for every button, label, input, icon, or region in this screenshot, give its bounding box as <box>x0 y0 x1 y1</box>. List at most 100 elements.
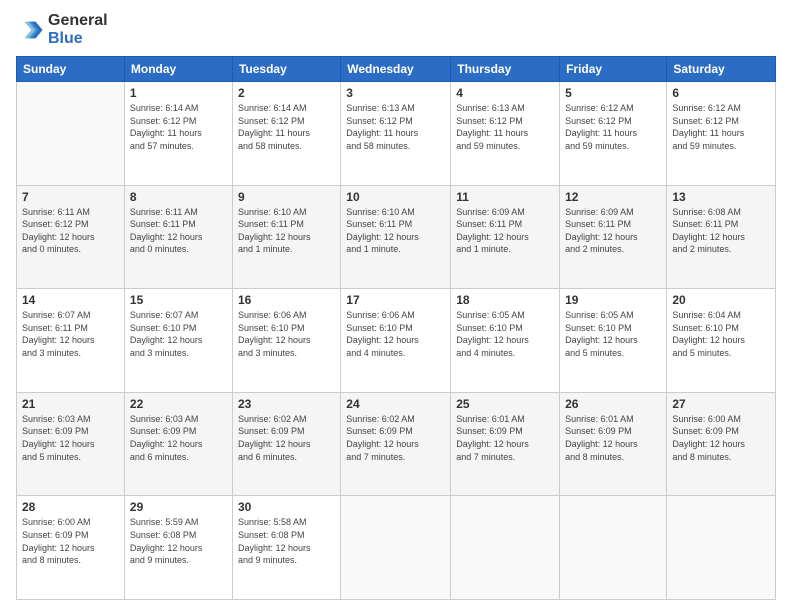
day-info: Sunrise: 6:06 AM Sunset: 6:10 PM Dayligh… <box>346 309 445 359</box>
day-info: Sunrise: 6:02 AM Sunset: 6:09 PM Dayligh… <box>346 413 445 463</box>
day-number: 15 <box>130 293 227 307</box>
day-info: Sunrise: 6:06 AM Sunset: 6:10 PM Dayligh… <box>238 309 335 359</box>
day-number: 14 <box>22 293 119 307</box>
calendar-table: SundayMondayTuesdayWednesdayThursdayFrid… <box>16 56 776 600</box>
day-cell: 19 Sunrise: 6:05 AM Sunset: 6:10 PM Dayli… <box>560 289 667 393</box>
day-cell: 25 Sunrise: 6:01 AM Sunset: 6:09 PM Dayli… <box>451 392 560 496</box>
day-info: Sunrise: 6:10 AM Sunset: 6:11 PM Dayligh… <box>238 206 335 256</box>
day-info: Sunrise: 6:04 AM Sunset: 6:10 PM Dayligh… <box>672 309 770 359</box>
day-number: 6 <box>672 86 770 100</box>
header-cell-friday: Friday <box>560 57 667 82</box>
day-info: Sunrise: 6:07 AM Sunset: 6:11 PM Dayligh… <box>22 309 119 359</box>
day-cell <box>560 496 667 600</box>
day-info: Sunrise: 6:05 AM Sunset: 6:10 PM Dayligh… <box>456 309 554 359</box>
day-cell: 21 Sunrise: 6:03 AM Sunset: 6:09 PM Dayli… <box>17 392 125 496</box>
day-cell: 20 Sunrise: 6:04 AM Sunset: 6:10 PM Dayli… <box>667 289 776 393</box>
day-cell: 30 Sunrise: 5:58 AM Sunset: 6:08 PM Dayli… <box>232 496 340 600</box>
day-cell: 28 Sunrise: 6:00 AM Sunset: 6:09 PM Dayli… <box>17 496 125 600</box>
day-cell <box>17 82 125 186</box>
day-info: Sunrise: 6:01 AM Sunset: 6:09 PM Dayligh… <box>565 413 661 463</box>
day-info: Sunrise: 6:09 AM Sunset: 6:11 PM Dayligh… <box>565 206 661 256</box>
day-number: 28 <box>22 500 119 514</box>
day-number: 8 <box>130 190 227 204</box>
day-info: Sunrise: 5:59 AM Sunset: 6:08 PM Dayligh… <box>130 516 227 566</box>
day-info: Sunrise: 6:14 AM Sunset: 6:12 PM Dayligh… <box>238 102 335 152</box>
day-cell: 12 Sunrise: 6:09 AM Sunset: 6:11 PM Dayli… <box>560 185 667 289</box>
day-info: Sunrise: 6:03 AM Sunset: 6:09 PM Dayligh… <box>22 413 119 463</box>
day-number: 19 <box>565 293 661 307</box>
day-info: Sunrise: 5:58 AM Sunset: 6:08 PM Dayligh… <box>238 516 335 566</box>
day-number: 10 <box>346 190 445 204</box>
day-cell: 10 Sunrise: 6:10 AM Sunset: 6:11 PM Dayli… <box>341 185 451 289</box>
day-number: 26 <box>565 397 661 411</box>
day-cell: 18Sunrise: 6:05 AM Sunset: 6:10 PM Dayli… <box>451 289 560 393</box>
header-cell-wednesday: Wednesday <box>341 57 451 82</box>
day-cell: 13 Sunrise: 6:08 AM Sunset: 6:11 PM Dayli… <box>667 185 776 289</box>
day-cell: 1Sunrise: 6:14 AM Sunset: 6:12 PM Daylig… <box>124 82 232 186</box>
calendar-body: 1 Sunrise: 6:14 AM Sunset: 6:12 PM Daylig… <box>17 82 776 600</box>
day-info: Sunrise: 6:11 AM Sunset: 6:12 PM Dayligh… <box>22 206 119 256</box>
day-number: 20 <box>672 293 770 307</box>
week-row-1: 7Sunrise: 6:11 AM Sunset: 6:12 PM Daylig… <box>17 185 776 289</box>
day-info: Sunrise: 6:08 AM Sunset: 6:11 PM Dayligh… <box>672 206 770 256</box>
header-cell-saturday: Saturday <box>667 57 776 82</box>
day-number: 21 <box>22 397 119 411</box>
day-cell: 23Sunrise: 6:02 AM Sunset: 6:09 PM Dayli… <box>232 392 340 496</box>
day-cell: 29Sunrise: 5:59 AM Sunset: 6:08 PM Dayli… <box>124 496 232 600</box>
day-cell: 27 Sunrise: 6:00 AM Sunset: 6:09 PM Dayli… <box>667 392 776 496</box>
day-info: Sunrise: 6:13 AM Sunset: 6:12 PM Dayligh… <box>456 102 554 152</box>
day-cell: 9Sunrise: 6:10 AM Sunset: 6:11 PM Daylig… <box>232 185 340 289</box>
calendar-header: SundayMondayTuesdayWednesdayThursdayFrid… <box>17 57 776 82</box>
day-number: 27 <box>672 397 770 411</box>
day-cell: 6 Sunrise: 6:12 AM Sunset: 6:12 PM Daylig… <box>667 82 776 186</box>
day-info: Sunrise: 6:00 AM Sunset: 6:09 PM Dayligh… <box>672 413 770 463</box>
day-cell: 11 Sunrise: 6:09 AM Sunset: 6:11 PM Dayli… <box>451 185 560 289</box>
day-number: 30 <box>238 500 335 514</box>
header-cell-tuesday: Tuesday <box>232 57 340 82</box>
day-number: 3 <box>346 86 445 100</box>
header-cell-sunday: Sunday <box>17 57 125 82</box>
day-number: 25 <box>456 397 554 411</box>
day-cell <box>341 496 451 600</box>
day-info: Sunrise: 6:13 AM Sunset: 6:12 PM Dayligh… <box>346 102 445 152</box>
week-row-2: 14 Sunrise: 6:07 AM Sunset: 6:11 PM Dayli… <box>17 289 776 393</box>
day-number: 17 <box>346 293 445 307</box>
header-row: SundayMondayTuesdayWednesdayThursdayFrid… <box>17 57 776 82</box>
week-row-0: 1 Sunrise: 6:14 AM Sunset: 6:12 PM Daylig… <box>17 82 776 186</box>
day-info: Sunrise: 6:12 AM Sunset: 6:12 PM Dayligh… <box>672 102 770 152</box>
day-cell: 16Sunrise: 6:06 AM Sunset: 6:10 PM Dayli… <box>232 289 340 393</box>
header-cell-monday: Monday <box>124 57 232 82</box>
header: General Blue <box>16 12 776 48</box>
day-info: Sunrise: 6:10 AM Sunset: 6:11 PM Dayligh… <box>346 206 445 256</box>
week-row-3: 21 Sunrise: 6:03 AM Sunset: 6:09 PM Dayli… <box>17 392 776 496</box>
day-number: 12 <box>565 190 661 204</box>
day-cell: 5 Sunrise: 6:12 AM Sunset: 6:12 PM Daylig… <box>560 82 667 186</box>
day-info: Sunrise: 6:07 AM Sunset: 6:10 PM Dayligh… <box>130 309 227 359</box>
day-cell: 3 Sunrise: 6:13 AM Sunset: 6:12 PM Daylig… <box>341 82 451 186</box>
day-number: 5 <box>565 86 661 100</box>
day-number: 11 <box>456 190 554 204</box>
day-info: Sunrise: 6:00 AM Sunset: 6:09 PM Dayligh… <box>22 516 119 566</box>
day-number: 2 <box>238 86 335 100</box>
day-info: Sunrise: 6:12 AM Sunset: 6:12 PM Dayligh… <box>565 102 661 152</box>
day-number: 13 <box>672 190 770 204</box>
day-info: Sunrise: 6:01 AM Sunset: 6:09 PM Dayligh… <box>456 413 554 463</box>
day-info: Sunrise: 6:09 AM Sunset: 6:11 PM Dayligh… <box>456 206 554 256</box>
day-cell: 22Sunrise: 6:03 AM Sunset: 6:09 PM Dayli… <box>124 392 232 496</box>
day-cell: 24 Sunrise: 6:02 AM Sunset: 6:09 PM Dayli… <box>341 392 451 496</box>
day-info: Sunrise: 6:11 AM Sunset: 6:11 PM Dayligh… <box>130 206 227 256</box>
day-cell: 2 Sunrise: 6:14 AM Sunset: 6:12 PM Daylig… <box>232 82 340 186</box>
day-cell: 7Sunrise: 6:11 AM Sunset: 6:12 PM Daylig… <box>17 185 125 289</box>
day-cell <box>667 496 776 600</box>
page: General Blue SundayMondayTuesdayWednesda… <box>0 0 792 612</box>
day-cell: 15 Sunrise: 6:07 AM Sunset: 6:10 PM Dayli… <box>124 289 232 393</box>
day-info: Sunrise: 6:02 AM Sunset: 6:09 PM Dayligh… <box>238 413 335 463</box>
logo-text: General Blue <box>48 12 108 48</box>
day-number: 24 <box>346 397 445 411</box>
day-info: Sunrise: 6:05 AM Sunset: 6:10 PM Dayligh… <box>565 309 661 359</box>
day-cell: 4Sunrise: 6:13 AM Sunset: 6:12 PM Daylig… <box>451 82 560 186</box>
day-cell <box>451 496 560 600</box>
logo: General Blue <box>16 12 108 48</box>
day-cell: 26 Sunrise: 6:01 AM Sunset: 6:09 PM Dayli… <box>560 392 667 496</box>
day-number: 1 <box>130 86 227 100</box>
